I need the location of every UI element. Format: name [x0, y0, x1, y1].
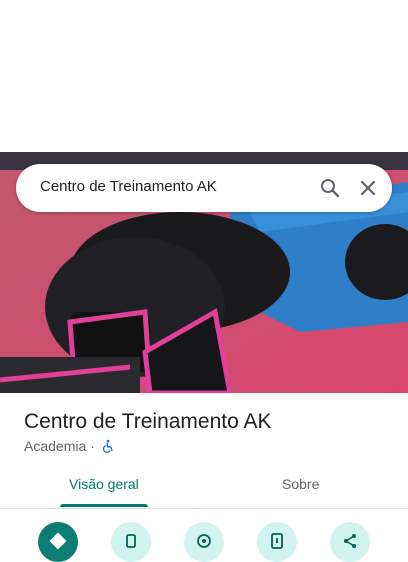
tab-about[interactable]: Sobre — [282, 476, 319, 492]
search-query[interactable]: Centro de Treinamento AK — [40, 178, 217, 195]
share-icon — [344, 534, 356, 548]
close-icon[interactable] — [356, 176, 380, 200]
directions-icon — [49, 532, 67, 550]
directions-button[interactable] — [38, 522, 78, 562]
place-category: Academia — [24, 438, 87, 454]
place-title: Centro de Treinamento AK — [24, 410, 272, 433]
search-bar[interactable]: Centro de Treinamento AK — [16, 164, 392, 212]
wheelchair-icon — [102, 439, 113, 453]
call-button[interactable] — [111, 522, 151, 562]
active-tab-indicator — [60, 504, 148, 507]
send-to-phone-button[interactable] — [257, 522, 297, 562]
share-button[interactable] — [330, 522, 370, 562]
map-area — [0, 0, 408, 152]
separator-dot: · — [90, 438, 95, 454]
place-subtitle: Academia · — [24, 438, 115, 454]
nearby-button[interactable] — [184, 522, 224, 562]
search-icon[interactable] — [318, 176, 342, 200]
location-icon — [197, 534, 211, 548]
tab-overview[interactable]: Visão geral — [69, 476, 139, 492]
phone-icon — [126, 534, 136, 548]
save-to-phone-icon — [271, 533, 283, 549]
tab-bar: Visão geral Sobre — [0, 466, 408, 509]
